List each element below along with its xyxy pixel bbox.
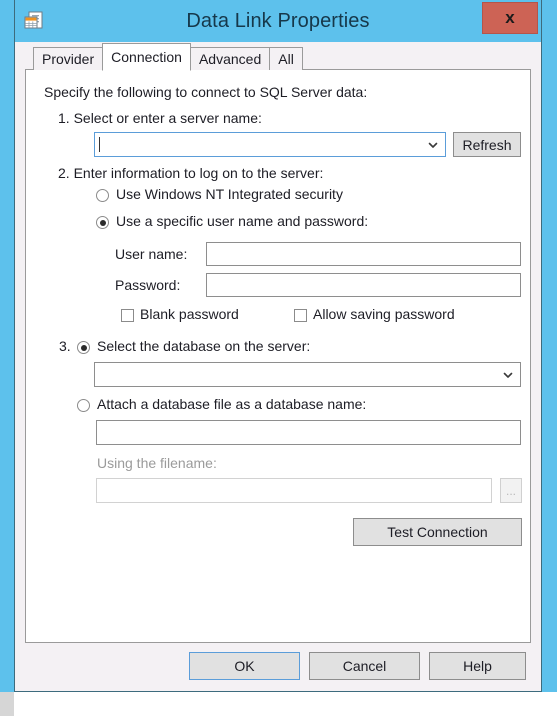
desktop-taskbar xyxy=(0,692,557,716)
password-field[interactable] xyxy=(206,273,521,297)
test-connection-button[interactable]: Test Connection xyxy=(353,518,522,546)
radio-specific-user-password[interactable] xyxy=(96,216,109,229)
dialog-button-bar: OK Cancel Help xyxy=(15,643,541,691)
radio-specific-user-password-label: Use a specific user name and password: xyxy=(116,213,369,229)
close-button[interactable]: x xyxy=(482,2,538,34)
radio-attach-database-file[interactable] xyxy=(77,399,90,412)
tab-strip: Provider Connection Advanced All xyxy=(25,42,531,71)
using-filename-label: Using the filename: xyxy=(97,455,217,471)
window-title: Data Link Properties xyxy=(186,9,370,32)
allow-saving-password-checkbox[interactable] xyxy=(294,309,307,322)
intro-label: Specify the following to connect to SQL … xyxy=(44,84,368,100)
browse-file-button[interactable]: ... xyxy=(500,478,522,503)
title-bar: Data Link Properties x xyxy=(15,0,541,42)
data-link-properties-dialog: Data Link Properties x Provider Connecti… xyxy=(14,0,542,692)
chevron-down-icon xyxy=(428,142,438,148)
chevron-down-icon xyxy=(503,372,513,378)
username-label: User name: xyxy=(115,246,188,262)
taskbar-left-segment xyxy=(0,692,14,716)
tab-all[interactable]: All xyxy=(269,47,303,70)
tab-advanced[interactable]: Advanced xyxy=(189,47,271,70)
tab-provider[interactable]: Provider xyxy=(33,47,104,70)
blank-password-label: Blank password xyxy=(140,306,239,322)
tab-connection[interactable]: Connection xyxy=(102,43,191,71)
text-caret xyxy=(99,137,100,152)
server-name-combobox[interactable] xyxy=(94,132,446,157)
radio-select-database[interactable] xyxy=(77,341,90,354)
connection-form: Specify the following to connect to SQL … xyxy=(26,70,530,642)
radio-attach-database-file-label: Attach a database file as a database nam… xyxy=(97,396,367,412)
filename-field[interactable] xyxy=(96,478,492,503)
database-combobox[interactable] xyxy=(94,362,521,387)
allow-saving-password-label: Allow saving password xyxy=(313,306,455,322)
username-field[interactable] xyxy=(206,242,521,266)
taskbar-right-segment xyxy=(14,692,557,716)
tab-area: Provider Connection Advanced All Specify… xyxy=(25,42,531,643)
refresh-button[interactable]: Refresh xyxy=(453,132,521,157)
password-label: Password: xyxy=(115,277,181,293)
attach-database-name-field[interactable] xyxy=(96,420,521,445)
connection-tab-panel: Specify the following to connect to SQL … xyxy=(25,69,531,643)
step2-label: 2. Enter information to log on to the se… xyxy=(58,165,324,181)
radio-windows-integrated-security-label: Use Windows NT Integrated security xyxy=(116,186,343,202)
help-button[interactable]: Help xyxy=(429,652,526,680)
radio-windows-integrated-security[interactable] xyxy=(96,189,109,202)
step3-number-label: 3. xyxy=(59,338,71,354)
ok-button[interactable]: OK xyxy=(189,652,300,680)
blank-password-checkbox[interactable] xyxy=(121,309,134,322)
radio-select-database-label: Select the database on the server: xyxy=(97,338,311,354)
cancel-button[interactable]: Cancel xyxy=(309,652,420,680)
step1-label: 1. Select or enter a server name: xyxy=(58,110,262,126)
